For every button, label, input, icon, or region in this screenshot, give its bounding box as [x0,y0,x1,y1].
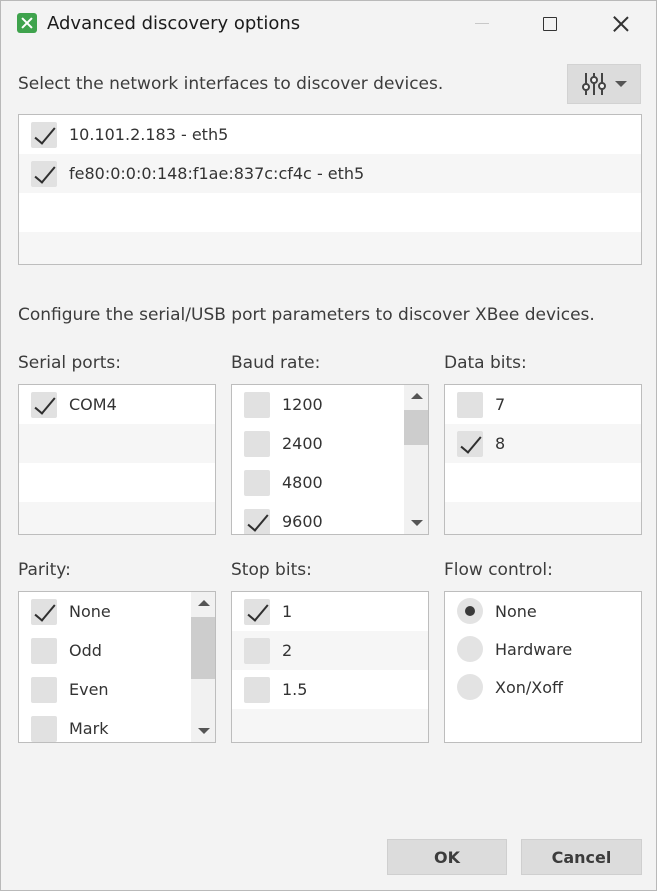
scroll-up-icon[interactable] [198,600,210,606]
filter-options-button[interactable] [567,64,641,104]
list-item[interactable]: 2 [232,631,428,670]
scroll-thumb[interactable] [404,410,428,445]
radio-unselected[interactable] [457,636,483,662]
checkbox-checked[interactable] [31,599,57,625]
checkbox-checked[interactable] [31,392,57,418]
checkbox-unchecked[interactable] [244,638,270,664]
dialog-window: Advanced discovery options Select the ne… [0,0,657,891]
empty-row [19,463,215,502]
list-item[interactable]: Xon/Xoff [445,668,641,706]
minimize-button[interactable] [459,1,505,46]
checkbox-unchecked[interactable] [244,677,270,703]
title-bar: Advanced discovery options [1,1,656,46]
scroll-up-icon[interactable] [411,393,423,399]
list-item[interactable]: 8 [445,424,641,463]
minimize-icon [475,23,489,24]
cancel-button[interactable]: Cancel [521,839,642,875]
scroll-down-icon[interactable] [198,728,210,734]
checkbox-unchecked[interactable] [244,470,270,496]
list-item[interactable]: 7 [445,385,641,424]
chevron-down-icon [615,81,627,87]
list-item[interactable]: 1.5 [232,670,428,709]
serial-prompt: Configure the serial/USB port parameters… [18,305,595,325]
sliders-icon [582,73,606,95]
maximize-icon [543,16,557,31]
baud-rate-list: 1200 2400 4800 9600 [231,384,429,535]
list-item[interactable]: Even [19,670,215,709]
empty-row [19,193,641,232]
ok-button[interactable]: OK [387,839,507,875]
parity-label: Parity: [18,560,71,580]
empty-row [19,232,641,264]
checkbox-unchecked[interactable] [457,392,483,418]
scroll-thumb[interactable] [191,617,215,679]
serial-ports-label: Serial ports: [18,353,121,373]
empty-row [19,424,215,463]
scroll-down-icon[interactable] [411,520,423,526]
data-bits-list: 7 8 [444,384,642,535]
checkbox-checked[interactable] [457,431,483,457]
checkbox-checked[interactable] [31,161,57,187]
list-item[interactable]: 1200 [232,385,428,424]
window-title: Advanced discovery options [47,13,301,34]
list-item[interactable]: 1 [232,592,428,631]
empty-row [445,463,641,502]
close-button[interactable] [598,1,644,46]
radio-selected[interactable] [457,598,483,624]
stop-bits-label: Stop bits: [231,560,312,580]
close-icon [613,16,629,32]
flow-control-label: Flow control: [444,560,553,580]
maximize-button[interactable] [527,1,573,46]
checkbox-checked[interactable] [31,122,57,148]
baud-rate-scrollbar[interactable] [404,385,428,534]
checkbox-unchecked[interactable] [244,392,270,418]
list-item[interactable]: Hardware [445,630,641,668]
list-item[interactable]: 2400 [232,424,428,463]
empty-row [232,709,428,742]
empty-row [445,502,641,534]
parity-scrollbar[interactable] [191,592,215,742]
serial-ports-list: COM4 [18,384,216,535]
list-item[interactable]: Odd [19,631,215,670]
list-item[interactable]: fe80:0:0:0:148:f1ae:837c:cf4c - eth5 [19,154,641,193]
list-item[interactable]: 4800 [232,463,428,502]
checkbox-unchecked[interactable] [31,716,57,742]
radio-unselected[interactable] [457,674,483,700]
checkbox-checked[interactable] [244,599,270,625]
list-item[interactable]: 9600 [232,502,428,534]
checkbox-unchecked[interactable] [31,638,57,664]
checkbox-checked[interactable] [244,509,270,534]
checkbox-unchecked[interactable] [31,677,57,703]
list-item[interactable]: 10.101.2.183 - eth5 [19,115,641,154]
list-item[interactable]: Mark [19,709,215,742]
baud-rate-label: Baud rate: [231,353,321,373]
flow-control-list: None Hardware Xon/Xoff [444,591,642,743]
list-item[interactable]: COM4 [19,385,215,424]
stop-bits-list: 1 2 1.5 [231,591,429,743]
parity-list: None Odd Even Mark [18,591,216,743]
network-prompt: Select the network interfaces to discove… [18,74,444,94]
network-interfaces-list: 10.101.2.183 - eth5 fe80:0:0:0:148:f1ae:… [18,114,642,265]
list-item[interactable]: None [445,592,641,630]
list-item[interactable]: None [19,592,215,631]
empty-row [19,502,215,534]
checkbox-unchecked[interactable] [244,431,270,457]
app-logo-icon [17,13,37,33]
data-bits-label: Data bits: [444,353,527,373]
